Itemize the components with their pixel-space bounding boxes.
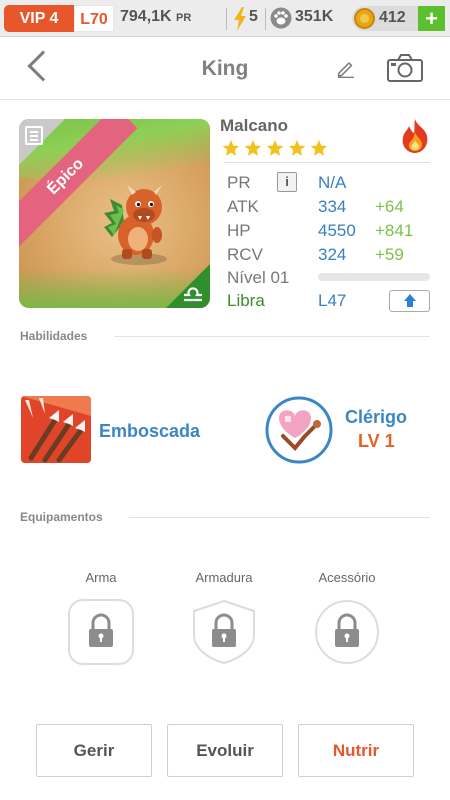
accessory-slot-label: Acessório [318, 570, 376, 585]
libra-icon [184, 287, 202, 302]
hp-label: HP [227, 221, 251, 240]
equipment-heading: Equipamentos [20, 510, 103, 524]
page-title: King [201, 57, 249, 80]
section-divider [114, 336, 430, 337]
player-level: L70 [74, 5, 114, 32]
skill-name-cleric[interactable]: Clérigo [345, 407, 407, 428]
abilities-heading: Habilidades [20, 329, 88, 343]
cleric-skill-icon[interactable] [265, 396, 333, 464]
add-coins-button[interactable]: + [418, 6, 445, 31]
fire-element-icon[interactable] [398, 118, 432, 154]
accessory-slot[interactable] [314, 599, 380, 665]
weapon-slot[interactable] [68, 599, 134, 665]
feed-button[interactable]: Nutrir [298, 724, 414, 777]
skill-name-ambush[interactable]: Emboscada [99, 421, 200, 442]
upgrade-arrow-button[interactable] [389, 290, 430, 312]
armor-slot-label: Armadura [195, 570, 253, 585]
edit-pencil-icon[interactable] [336, 58, 356, 78]
star-icon [244, 140, 262, 156]
rcv-value: 324 [318, 245, 347, 264]
coin-value: 412 [379, 9, 406, 26]
energy-value: 5 [249, 8, 258, 25]
camera-icon[interactable] [387, 54, 423, 82]
coin-icon [354, 8, 375, 29]
star-icon [288, 140, 306, 156]
manage-button[interactable]: Gerir [36, 724, 152, 777]
info-divider [224, 162, 430, 163]
power-unit: PR [176, 12, 192, 24]
skill-level-cleric: LV 1 [358, 431, 395, 451]
document-icon [25, 126, 43, 145]
power-value: 794,1K [120, 8, 172, 25]
power-readout: 794,1K PR [120, 8, 191, 26]
star-rating [222, 139, 328, 157]
atk-bonus: +64 [375, 197, 404, 216]
level-label: Nível 01 [227, 268, 290, 287]
weapon-slot-label: Arma [85, 570, 117, 585]
armor-slot[interactable] [191, 599, 257, 665]
rcv-label: RCV [227, 245, 263, 264]
zodiac-sign-label: Libra [227, 291, 265, 310]
hp-value: 4550 [318, 221, 356, 240]
section-divider [129, 517, 430, 518]
pr-value: N/A [318, 173, 347, 192]
atk-value: 334 [318, 197, 347, 216]
hp-bonus: +841 [375, 221, 414, 240]
monster-portrait[interactable]: Épico [19, 119, 210, 308]
paw-value: 351K [295, 8, 334, 25]
star-icon [266, 140, 284, 156]
xp-progress-bar [318, 273, 430, 281]
status-bar: VIP 4 L70 794,1K PR 5 351K 412 + [0, 0, 450, 37]
vip-badge[interactable]: VIP 4 [4, 5, 74, 32]
lightning-icon [234, 7, 246, 31]
atk-label: ATK [227, 197, 259, 216]
ambush-arrows-icon [21, 396, 91, 463]
star-icon [222, 140, 240, 156]
star-icon [310, 140, 328, 156]
status-divider [265, 8, 266, 30]
zodiac-level: L47 [318, 291, 347, 310]
monster-name: Malcano [220, 116, 289, 135]
rcv-bonus: +59 [375, 245, 404, 264]
pr-label: PR [227, 173, 251, 192]
evolve-button[interactable]: Evoluir [167, 724, 283, 777]
pr-info-button[interactable]: i [277, 172, 297, 192]
header: King [0, 37, 450, 100]
paw-icon [270, 7, 292, 29]
ambush-skill-icon[interactable] [21, 396, 91, 463]
status-divider [226, 8, 227, 30]
